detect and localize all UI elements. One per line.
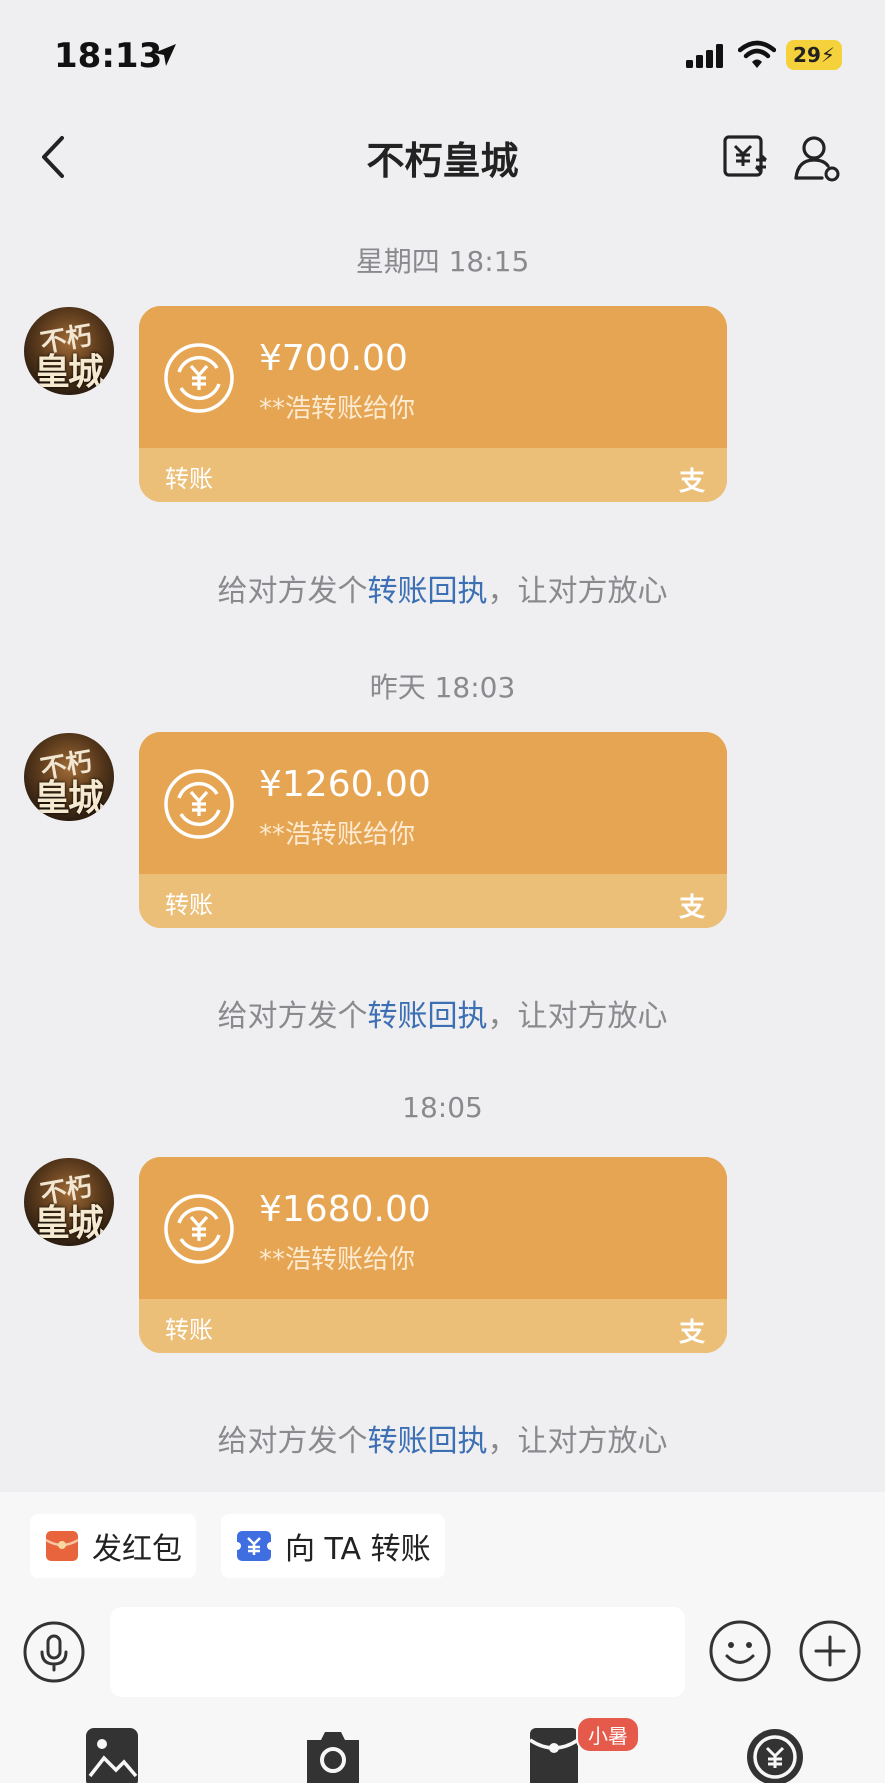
emoji-icon[interactable] [708, 1619, 772, 1683]
alipay-logo-icon: 支 [678, 467, 705, 497]
red-packet-icon [45, 1531, 79, 1561]
alipay-logo-icon: 支 [678, 1318, 705, 1348]
receipt-hint-prefix: 给对方发个 [217, 574, 368, 609]
red-envelope-icon[interactable] [528, 1726, 580, 1783]
battery-level: 29 [793, 43, 821, 67]
camera-icon[interactable] [303, 1726, 363, 1783]
card-footer-label: 转账 [165, 465, 213, 493]
message-timestamp: 18:05 [402, 1091, 483, 1124]
avatar[interactable]: 不朽 皇城 [24, 733, 114, 821]
transfer-sender: **浩转账给你 [259, 394, 416, 424]
card-footer: 转账 支 [139, 874, 727, 928]
image-icon[interactable] [84, 1726, 140, 1783]
receipt-hint-suffix: ，让对方放心 [487, 574, 668, 609]
message-input[interactable] [110, 1607, 685, 1697]
notification-badge: 小暑 [576, 1716, 640, 1753]
receipt-hint-prefix: 给对方发个 [217, 999, 368, 1034]
red-packet-label: 发红包 [92, 1532, 182, 1567]
transfer-to-ta-label: 向 TA 转账 [285, 1532, 431, 1567]
transfer-icon[interactable] [744, 1726, 806, 1783]
wifi-icon [738, 40, 776, 68]
transfer-amount: ¥1680.00 [259, 1189, 431, 1230]
transfer-record-icon[interactable] [722, 134, 768, 180]
transfer-amount: ¥1260.00 [259, 764, 431, 805]
red-packet-button[interactable]: 发红包 [30, 1514, 196, 1578]
receipt-hint-suffix: ，让对方放心 [487, 999, 668, 1034]
avatar-logo-bottom: 皇城 [34, 777, 104, 819]
status-bar: 18:13 29⚡ [0, 0, 885, 110]
avatar-logo-bottom: 皇城 [34, 1202, 104, 1244]
cellular-signal-icon [686, 44, 723, 68]
transfer-ticket-icon [235, 1531, 273, 1561]
location-arrow-icon [154, 44, 176, 66]
transfer-coin-icon [164, 343, 234, 413]
status-time: 18:13 [54, 36, 163, 76]
transfer-amount: ¥700.00 [259, 338, 408, 379]
receipt-hint-prefix: 给对方发个 [217, 1424, 368, 1459]
receipt-hint-suffix: ，让对方放心 [487, 1424, 668, 1459]
voice-input-icon[interactable] [22, 1620, 86, 1684]
receipt-hint: 给对方发个转账回执，让对方放心 [0, 566, 885, 610]
message-timestamp: 昨天 18:03 [369, 671, 516, 704]
avatar-logo-bottom: 皇城 [34, 351, 104, 393]
alipay-logo-icon: 支 [678, 893, 705, 923]
card-footer: 转账 支 [139, 448, 727, 502]
card-footer-label: 转账 [165, 1316, 213, 1344]
transfer-receipt-link[interactable]: 转账回执 [368, 574, 488, 609]
transfer-card[interactable]: ¥700.00 **浩转账给你 转账 支 [139, 306, 727, 502]
battery-indicator: 29⚡ [786, 40, 842, 70]
transfer-card[interactable]: ¥1260.00 **浩转账给你 转账 支 [139, 732, 727, 928]
transfer-to-ta-button[interactable]: 向 TA 转账 [221, 1514, 445, 1578]
avatar[interactable]: 不朽 皇城 [24, 307, 114, 395]
receipt-hint: 给对方发个转账回执，让对方放心 [0, 991, 885, 1035]
transfer-card[interactable]: ¥1680.00 **浩转账给你 转账 支 [139, 1157, 727, 1353]
plus-icon[interactable] [798, 1619, 862, 1683]
transfer-sender: **浩转账给你 [259, 820, 416, 850]
receipt-hint: 给对方发个转账回执，让对方放心 [0, 1416, 885, 1460]
transfer-coin-icon [164, 1194, 234, 1264]
transfer-sender: **浩转账给你 [259, 1245, 416, 1275]
avatar[interactable]: 不朽 皇城 [24, 1158, 114, 1246]
contact-profile-icon[interactable] [792, 134, 844, 182]
message-timestamp: 星期四 18:15 [355, 245, 530, 278]
card-footer: 转账 支 [139, 1299, 727, 1353]
transfer-receipt-link[interactable]: 转账回执 [368, 1424, 488, 1459]
transfer-receipt-link[interactable]: 转账回执 [368, 999, 488, 1034]
charging-bolt-icon: ⚡ [820, 43, 835, 67]
card-footer-label: 转账 [165, 891, 213, 919]
transfer-coin-icon [164, 769, 234, 839]
